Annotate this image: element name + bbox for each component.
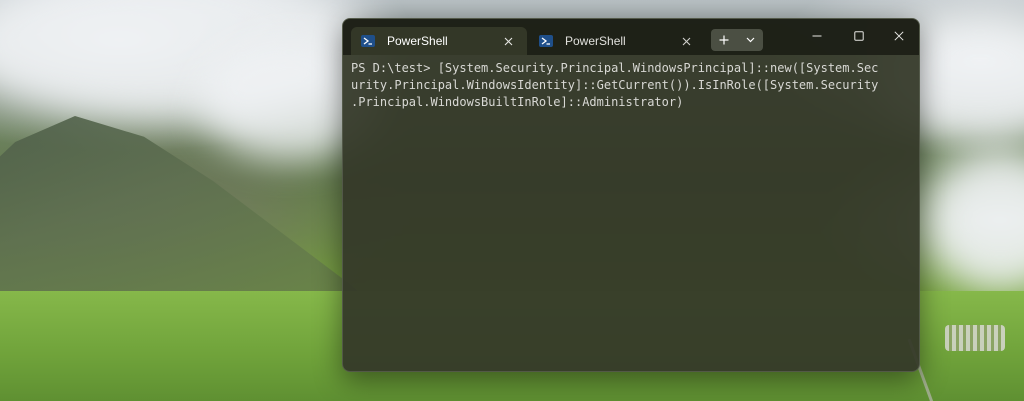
maximize-icon	[854, 31, 864, 41]
powershell-icon	[539, 35, 553, 47]
console-line: .Principal.WindowsBuiltInRole]::Administ…	[351, 95, 684, 109]
new-tab-button[interactable]	[711, 29, 737, 51]
close-icon	[894, 31, 904, 41]
tab-dropdown-button[interactable]	[737, 29, 763, 51]
new-tab-group	[711, 29, 763, 51]
console-output[interactable]: PS D:\test> [System.Security.Principal.W…	[351, 60, 911, 360]
powershell-icon	[361, 35, 375, 47]
console-line: PS D:\test> [System.Security.Principal.W…	[351, 61, 879, 75]
tab-label: PowerShell	[565, 34, 626, 48]
console-line: urity.Principal.WindowsIdentity]::GetCur…	[351, 78, 879, 92]
tab-powershell-1[interactable]: PowerShell	[351, 27, 527, 55]
chevron-down-icon	[746, 37, 754, 43]
close-icon[interactable]	[679, 34, 693, 48]
minimize-button[interactable]	[801, 25, 833, 47]
tab-powershell-2[interactable]: PowerShell	[529, 27, 705, 55]
plus-icon	[719, 35, 729, 45]
minimize-icon	[812, 35, 822, 37]
tab-bar: PowerShell PowerShell	[343, 19, 919, 55]
close-icon[interactable]	[501, 34, 515, 48]
maximize-button[interactable]	[843, 25, 875, 47]
tab-label: PowerShell	[387, 34, 448, 48]
desktop-wallpaper: PowerShell PowerShell PS D:\test> [Syste…	[0, 0, 1024, 401]
cloud	[930, 150, 1024, 290]
parking-area	[945, 325, 1005, 351]
terminal-window[interactable]: PowerShell PowerShell PS D:\test> [Syste…	[342, 18, 920, 372]
close-window-button[interactable]	[883, 25, 915, 47]
